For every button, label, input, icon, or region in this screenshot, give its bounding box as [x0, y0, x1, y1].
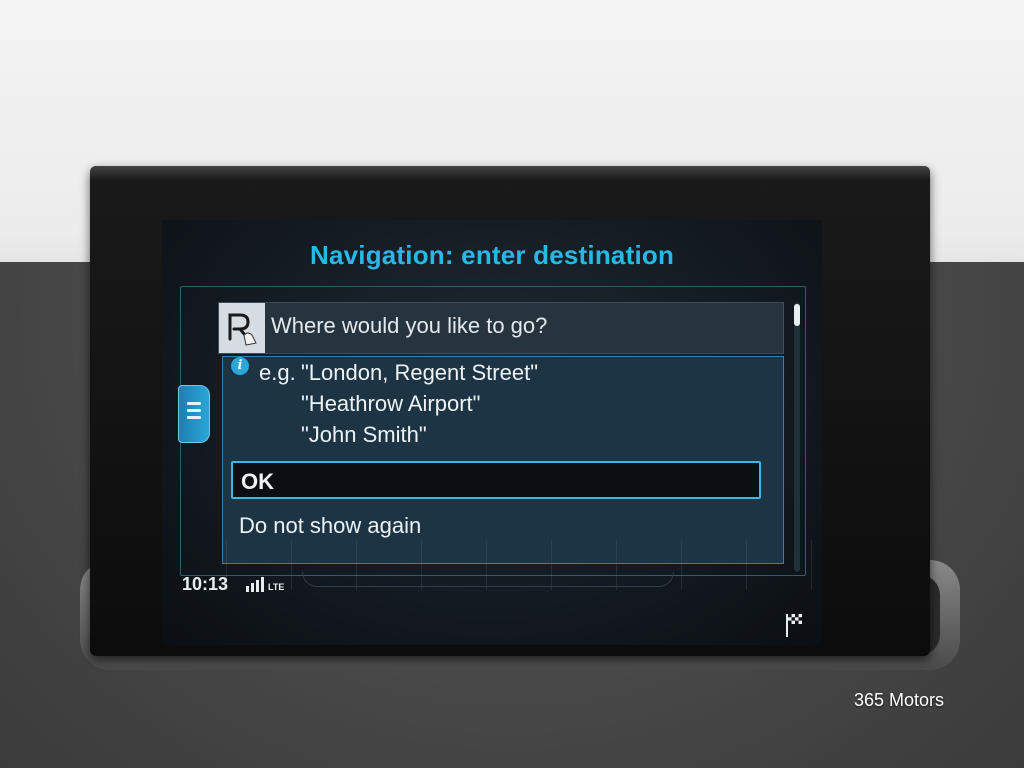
mmi-screen: Navigation: enter destination Where woul… [162, 220, 822, 645]
info-dialog: i e.g. "London, Regent Street" "Heathrow … [222, 356, 784, 564]
example-item: "John Smith" [301, 422, 427, 447]
example-item: "London, Regent Street" [301, 360, 539, 385]
scrollbar[interactable] [794, 302, 800, 572]
destination-flag-icon [786, 614, 802, 637]
status-bar: 10:13 LTE [162, 570, 822, 600]
menu-icon [187, 402, 201, 423]
clock: 10:13 [182, 574, 229, 594]
destination-search-input[interactable]: Where would you like to go? [218, 302, 784, 354]
search-placeholder: Where would you like to go? [271, 313, 548, 338]
examples-prefix: e.g. [259, 360, 296, 385]
scrollbar-thumb[interactable] [794, 304, 800, 326]
ok-button[interactable]: OK [231, 461, 761, 499]
signal-strength-icon [246, 577, 264, 592]
screen-bezel-top [90, 166, 930, 180]
info-icon: i [231, 357, 249, 375]
menu-tab[interactable] [178, 385, 210, 443]
example-item: "Heathrow Airport" [301, 391, 481, 416]
watermark: 365 Motors [854, 690, 945, 710]
page-title: Navigation: enter destination [309, 240, 675, 270]
network-type: LTE [268, 582, 285, 592]
examples-text: e.g. "London, Regent Street" "Heathrow Ai… [259, 357, 538, 450]
handwriting-input-icon[interactable] [219, 303, 265, 353]
